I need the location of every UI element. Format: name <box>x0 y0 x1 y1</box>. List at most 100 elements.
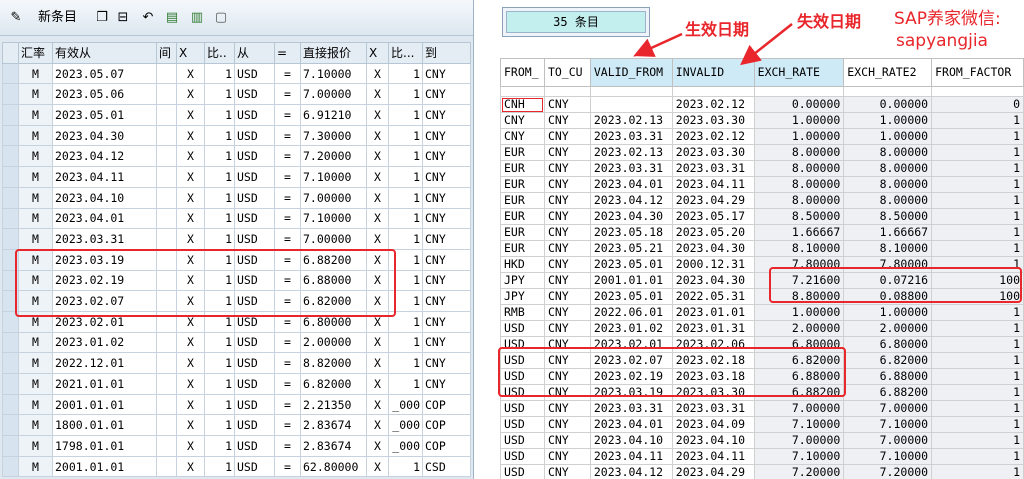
table-row[interactable]: USD CNY 2023.04.01 2023.04.09 7.10000 7.10000… <box>500 416 1024 433</box>
row-selector[interactable] <box>2 414 19 437</box>
table-cell[interactable]: 2.21350 <box>300 393 367 416</box>
table-cell[interactable]: 2.83674 <box>300 414 367 437</box>
table-cell[interactable]: 2023.04.12 <box>52 145 157 168</box>
table-cell[interactable]: 2.00000 <box>300 331 367 354</box>
copy-icon[interactable]: ❐ <box>95 10 109 26</box>
row-selector[interactable] <box>2 269 19 292</box>
table-row[interactable]: EUR CNY 2023.04.30 2023.05.17 8.50000 8.50000… <box>500 208 1024 225</box>
table-cell[interactable]: 6.88000 <box>300 269 367 292</box>
row-selector[interactable] <box>2 83 19 106</box>
table-cell[interactable]: 8.82000 <box>300 352 367 374</box>
table-cell[interactable]: 2023.04.10 <box>52 186 157 209</box>
table-cell[interactable]: 2023.02.01 <box>52 310 157 333</box>
table-cell[interactable]: 2023.02.07 <box>52 290 157 312</box>
table-cell[interactable]: 6.82000 <box>300 290 367 312</box>
table-row[interactable]: M 2001.01.01 X 1 USD = 2.21350 X _000 COP <box>2 393 471 416</box>
row-selector[interactable] <box>2 290 19 312</box>
table-cell[interactable]: 2023.03.31 <box>52 228 157 250</box>
col-header-x2[interactable]: X <box>366 42 389 64</box>
table-cell[interactable]: 2023.05.07 <box>52 62 157 85</box>
table-cell[interactable]: 7.20000 <box>300 145 367 168</box>
table-row[interactable]: CNH CNY 2023.02.12 0.00000 0.00000 0 <box>500 96 1024 113</box>
select-block-icon[interactable]: ▥ <box>190 10 204 26</box>
table-cell[interactable]: 2023.02.19 <box>52 269 157 292</box>
table-row[interactable]: M 2023.01.02 X 1 USD = 2.00000 X 1 CNY <box>2 331 471 354</box>
table-row[interactable]: M 1798.01.01 X 1 USD = 2.83674 X _000 COP <box>2 435 471 457</box>
table-cell[interactable]: 2023.03.19 <box>52 248 157 271</box>
table-cell[interactable]: 7.00000 <box>300 83 367 106</box>
table-cell[interactable]: 6.80000 <box>300 310 367 333</box>
table-cell[interactable]: 2001.01.01 <box>52 455 157 478</box>
table-row[interactable]: EUR CNY 2023.05.21 2023.04.30 8.10000 8.10000… <box>500 240 1024 257</box>
table-row[interactable]: USD CNY 2023.03.31 2023.03.31 7.00000 7.00000… <box>500 400 1024 417</box>
table-cell[interactable]: 2001.01.01 <box>52 393 157 416</box>
table-row[interactable]: USD CNY 2023.04.11 2023.04.11 7.10000 7.10000… <box>500 448 1024 465</box>
table-row[interactable]: RMB CNY 2022.06.01 2023.01.01 1.00000 1.00000… <box>500 304 1024 321</box>
table-cell[interactable]: 7.10000 <box>300 207 367 230</box>
table-row[interactable]: USD CNY 2023.01.02 2023.01.31 2.00000 2.00000… <box>500 320 1024 337</box>
row-selector[interactable] <box>2 104 19 126</box>
table-row[interactable]: M 2023.04.10 X 1 USD = 7.00000 X 1 CNY <box>2 186 471 209</box>
col-header-from[interactable]: FROM_ <box>500 58 545 87</box>
row-selector[interactable] <box>2 331 19 354</box>
col-header-interval[interactable]: 间 <box>156 42 177 64</box>
table-cell[interactable]: 62.80000 <box>300 455 367 478</box>
table-row[interactable]: USD CNY 2023.04.12 2023.04.29 7.20000 7.20000… <box>500 464 1024 479</box>
row-selector[interactable] <box>2 166 19 188</box>
col-header-ratio-to[interactable]: 比... <box>388 42 423 64</box>
table-row[interactable]: JPY CNY 2023.05.01 2022.05.31 8.80000 0.08800… <box>500 288 1024 305</box>
table-row[interactable]: M 2023.02.01 X 1 USD = 6.80000 X 1 CNY <box>2 310 471 333</box>
row-selector[interactable] <box>2 310 19 333</box>
table-row[interactable]: M 2023.03.31 X 1 USD = 7.00000 X 1 CNY <box>2 228 471 250</box>
table-row[interactable]: EUR CNY 2023.02.13 2023.03.30 8.00000 8.00000… <box>500 144 1024 161</box>
table-row[interactable]: M 2023.02.07 X 1 USD = 6.82000 X 1 CNY <box>2 290 471 312</box>
table-row[interactable]: M 2023.04.30 X 1 USD = 7.30000 X 1 CNY <box>2 124 471 147</box>
col-header-x1[interactable]: X <box>176 42 205 64</box>
table-cell[interactable]: 2023.05.01 <box>52 104 157 126</box>
col-header-valid-from[interactable]: 有效从 <box>52 42 157 64</box>
table-cell[interactable]: 6.82000 <box>300 373 367 395</box>
table-row[interactable]: EUR CNY 2023.04.12 2023.04.29 8.00000 8.00000… <box>500 192 1024 209</box>
table-row[interactable]: M 2023.04.12 X 1 USD = 7.20000 X 1 CNY <box>2 145 471 168</box>
table-cell[interactable]: 7.30000 <box>300 124 367 147</box>
row-selector[interactable] <box>2 455 19 478</box>
table-cell[interactable]: 2023.01.02 <box>52 331 157 354</box>
row-selector[interactable] <box>2 145 19 168</box>
table-row[interactable]: USD CNY 2023.02.01 2023.02.06 6.80000 6.80000… <box>500 336 1024 353</box>
table-cell[interactable]: 7.10000 <box>300 166 367 188</box>
table-cell[interactable]: 2021.01.01 <box>52 373 157 395</box>
table-row[interactable]: M 2023.04.01 X 1 USD = 7.10000 X 1 CNY <box>2 207 471 230</box>
table-cell[interactable]: 6.88200 <box>300 248 367 271</box>
table-row[interactable]: M 2023.05.01 X 1 USD = 6.91210 X 1 CNY <box>2 104 471 126</box>
col-header-valid-from[interactable]: VALID_FROM <box>589 58 673 87</box>
row-selector[interactable] <box>2 124 19 147</box>
new-entries-button[interactable]: 新条目 <box>38 9 77 27</box>
col-header-from-factor[interactable]: FROM_FACTOR <box>931 58 1024 87</box>
table-row[interactable]: M 2023.05.07 X 1 USD = 7.10000 X 1 CNY <box>2 62 471 85</box>
table-row[interactable]: CNY CNY 2023.02.13 2023.03.30 1.00000 1.00000… <box>500 112 1024 129</box>
table-cell[interactable]: 2.83674 <box>300 435 367 457</box>
table-row[interactable]: M 2023.05.06 X 1 USD = 7.00000 X 1 CNY <box>2 83 471 106</box>
col-header-equals[interactable]: = <box>274 42 301 64</box>
col-header-direct-quote[interactable]: 直接报价 <box>300 42 367 64</box>
row-selector[interactable] <box>2 228 19 250</box>
col-header-exch-rate[interactable]: EXCH_RATE <box>753 58 845 87</box>
row-selector[interactable] <box>2 62 19 85</box>
row-selector[interactable] <box>2 207 19 230</box>
col-header-exch-rate2[interactable]: EXCH_RATE2 <box>843 58 933 87</box>
table-cell[interactable]: 7.10000 <box>300 62 367 85</box>
table-cell[interactable]: 2022.12.01 <box>52 352 157 374</box>
col-header-ratio-from[interactable]: 比.. <box>204 42 235 64</box>
table-row[interactable]: EUR CNY 2023.04.01 2023.04.11 8.00000 8.00000… <box>500 176 1024 193</box>
col-header-to-currency[interactable]: 到 <box>422 42 471 64</box>
table-row[interactable]: HKD CNY 2023.05.01 2000.12.31 7.80000 7.80000… <box>500 256 1024 273</box>
undo-icon[interactable]: ↶ <box>141 10 155 26</box>
table-cell[interactable]: 2023.04.01 <box>52 207 157 230</box>
table-row[interactable]: USD CNY 2023.02.07 2023.02.18 6.82000 6.82000… <box>500 352 1024 369</box>
row-selector[interactable] <box>2 352 19 374</box>
select-all-icon[interactable]: ▤ <box>165 10 179 26</box>
table-cell[interactable]: 7.00000 <box>300 228 367 250</box>
table-row[interactable]: CNY CNY 2023.03.31 2023.02.12 1.00000 1.00000… <box>500 128 1024 145</box>
table-row[interactable]: M 2023.02.19 X 1 USD = 6.88000 X 1 CNY <box>2 269 471 292</box>
pencil-glasses-icon[interactable]: ✎ <box>8 10 24 26</box>
